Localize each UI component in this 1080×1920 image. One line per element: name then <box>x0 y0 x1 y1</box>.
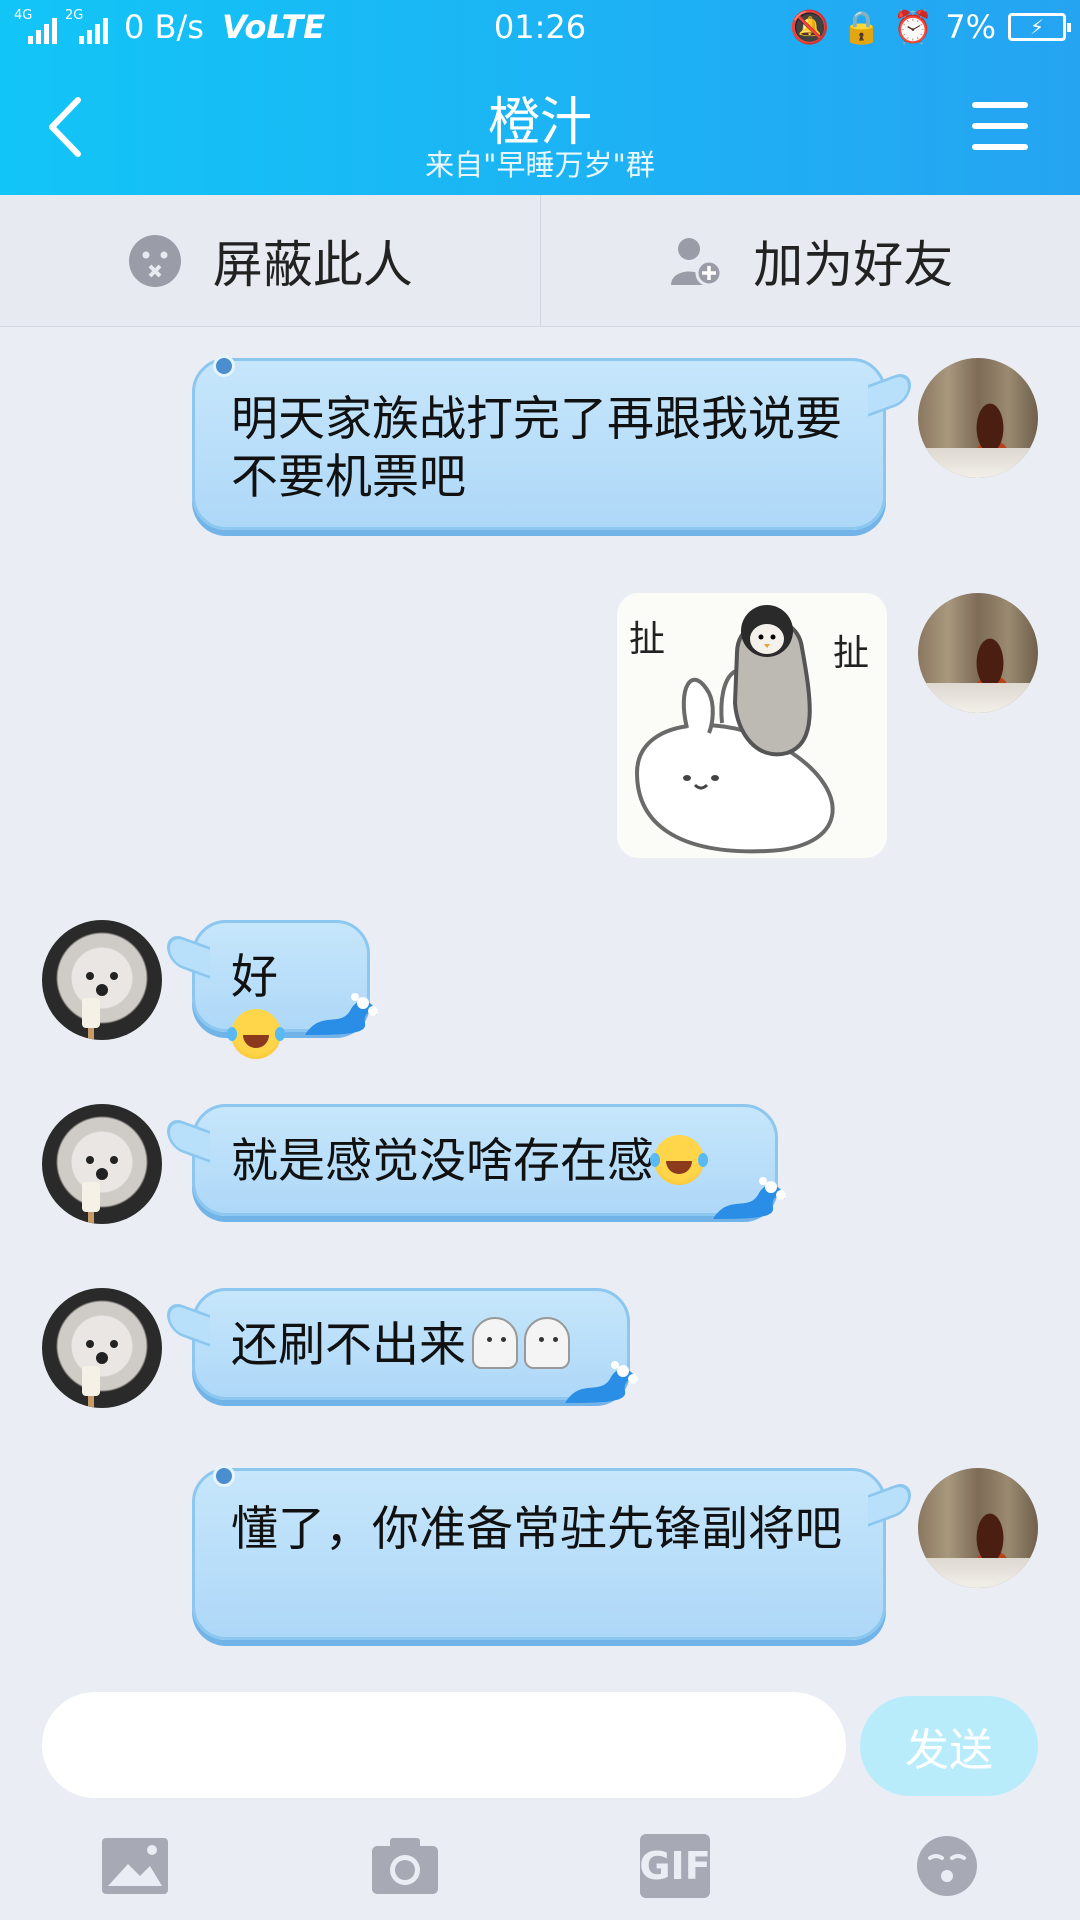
wave-decoration-icon <box>713 1177 786 1219</box>
laughing-emoji-icon <box>650 1135 704 1185</box>
mute-bell-icon: 🔕 <box>789 8 830 46</box>
add-friend-button[interactable]: 加为好友 <box>539 195 1080 326</box>
my-avatar[interactable] <box>918 593 1038 713</box>
message-bubble-received[interactable]: 还刷不出来 <box>192 1288 638 1403</box>
alarm-icon: ⏰ <box>893 8 934 46</box>
sticker-text-left: 扯 <box>629 619 665 660</box>
emoji-face-icon[interactable] <box>912 1834 982 1898</box>
camera-icon[interactable] <box>370 1834 440 1898</box>
status-right: 🔕 🔒 ⏰ 7% ⚡ <box>789 8 1071 46</box>
message-bubble-sent[interactable]: 懂了，你准备常驻先锋副将吧 <box>192 1465 886 1640</box>
message-text: 还刷不出来 <box>231 1318 466 1373</box>
message-text: 明天家族战打完了再跟我说要不要机票吧 <box>231 392 842 505</box>
rotation-lock-icon: 🔒 <box>841 8 882 46</box>
my-avatar[interactable] <box>918 1468 1038 1588</box>
battery-percent: 7% <box>945 8 996 46</box>
battery-icon: ⚡ <box>1008 13 1071 41</box>
chat-subtitle: 来自"早睡万岁"群 <box>425 148 655 182</box>
top-header: 4G 2G 0 B/s VoLTE 01:26 🔕 🔒 ⏰ 7% ⚡ 橙汁 来自… <box>0 0 1080 195</box>
laughing-emoji-icon <box>227 1009 281 1059</box>
friend-avatar[interactable] <box>42 1288 162 1408</box>
send-button[interactable]: 发送 <box>860 1696 1038 1796</box>
block-user-button[interactable]: 屏蔽此人 <box>0 195 540 326</box>
add-friend-label: 加为好友 <box>753 235 954 294</box>
action-bar: 屏蔽此人 加为好友 <box>0 195 1080 327</box>
message-text: 好 <box>231 950 278 1005</box>
chat-area[interactable]: 明天家族战打完了再跟我说要不要机票吧 扯 扯 好 就是感觉没啥存在感 还刷不出来… <box>0 328 1080 1678</box>
block-user-label: 屏蔽此人 <box>212 235 413 294</box>
wave-decoration-icon <box>565 1361 638 1403</box>
status-bar: 4G 2G 0 B/s VoLTE 01:26 🔕 🔒 ⏰ 7% ⚡ <box>0 0 1080 56</box>
friend-avatar[interactable] <box>42 920 162 1040</box>
my-avatar[interactable] <box>918 358 1038 478</box>
add-user-icon <box>671 237 723 286</box>
gif-button[interactable]: GIF <box>639 1834 711 1898</box>
wave-decoration-icon <box>305 993 378 1035</box>
image-picker-icon[interactable] <box>100 1834 170 1898</box>
message-bubble-received[interactable]: 好 <box>192 920 378 1059</box>
block-face-icon <box>128 234 181 287</box>
message-bubble-received[interactable]: 就是感觉没啥存在感 <box>192 1104 786 1219</box>
hamburger-icon <box>972 102 1028 108</box>
message-text: 懂了，你准备常驻先锋副将吧 <box>231 1502 842 1557</box>
penguin-rabbit-sticker: 扯 扯 <box>617 593 887 858</box>
sticker-text-right: 扯 <box>833 633 869 674</box>
message-text: 就是感觉没啥存在感 <box>231 1134 654 1189</box>
message-input[interactable] <box>42 1692 846 1798</box>
friend-avatar[interactable] <box>42 1104 162 1224</box>
composer-toolbar: GIF <box>0 1818 1080 1918</box>
ghost-emoji-icon <box>472 1317 518 1369</box>
sticker-message[interactable]: 扯 扯 <box>617 593 887 858</box>
message-bubble-sent[interactable]: 明天家族战打完了再跟我说要不要机票吧 <box>192 355 886 530</box>
menu-button[interactable] <box>972 102 1028 152</box>
